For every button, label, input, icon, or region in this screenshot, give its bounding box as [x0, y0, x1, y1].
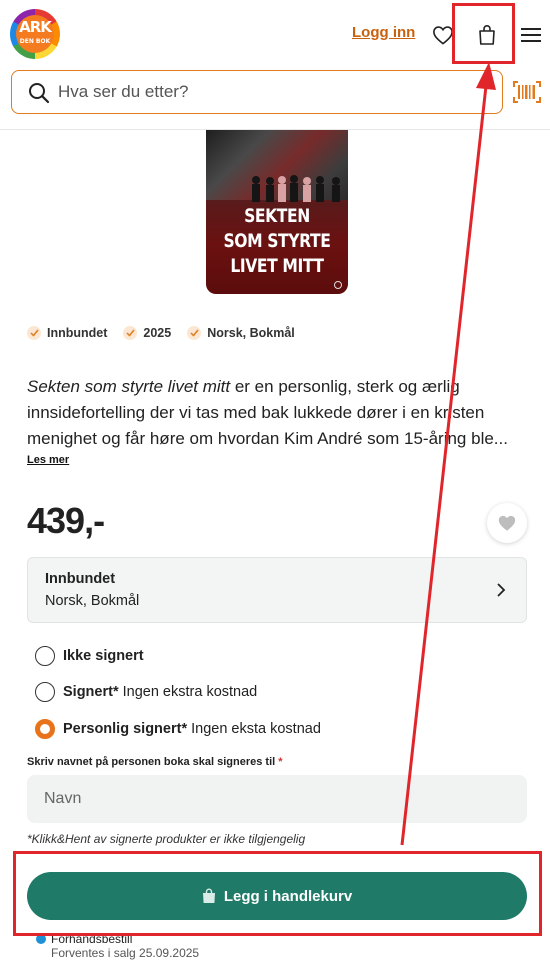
signing-option-label: Signert* Ingen ekstra kostnad [63, 684, 258, 700]
product-page: ARK DEN BOK Logg inn Hva ser du etter? S… [0, 0, 550, 976]
status-check-icon [36, 934, 46, 944]
format-subtitle: Norsk, Bokmål [45, 593, 140, 609]
wishlist-button[interactable] [430, 22, 456, 48]
attribute-label: 2025 [143, 326, 172, 340]
logo-subtext: DEN BOK [19, 38, 51, 45]
read-more-link[interactable]: Les mer [27, 454, 69, 466]
attribute-language: Norsk, Bokmål [187, 326, 295, 340]
check-icon [187, 326, 202, 340]
format-title: Innbundet [45, 571, 116, 587]
preorder-status: Forhåndsbestill [36, 932, 132, 946]
expected-date: Forventes i salg 25.09.2025 [51, 946, 200, 960]
site-header: ARK DEN BOK Logg inn [0, 0, 550, 130]
hamburger-menu-icon [521, 28, 541, 42]
signature-name-input[interactable] [27, 775, 527, 823]
logo-badge: ARK DEN BOK [16, 15, 54, 53]
heart-filled-icon [498, 515, 516, 531]
attribute-binding: Innbundet [27, 326, 107, 340]
cover-title-line: SOM STYRTE [223, 230, 331, 252]
add-to-cart-label: Legg i handlekurv [223, 887, 353, 905]
logo-text: ARK [19, 18, 52, 36]
login-link[interactable]: Logg inn [352, 24, 415, 41]
shopping-bag-icon [202, 888, 215, 903]
check-icon [123, 326, 138, 340]
barcode-scan-button[interactable] [512, 80, 542, 104]
description-title: Sekten som styrte livet mitt [27, 377, 231, 396]
cover-title-line: LIVET MITT [230, 255, 324, 277]
add-to-cart-button[interactable]: Legg i handlekurv [27, 872, 527, 920]
check-icon [27, 326, 41, 340]
cover-people-illustration [252, 175, 340, 202]
signing-option-signed[interactable]: Signert* Ingen ekstra kostnad [35, 682, 257, 702]
book-cover-image[interactable]: SEKTEN SOM STYRTE LIVET MITT [206, 130, 348, 294]
menu-button[interactable] [518, 22, 544, 48]
barcode-scanner-icon [513, 81, 541, 103]
format-selector[interactable]: Innbundet Norsk, Bokmål [27, 557, 527, 623]
product-price: 439,- [27, 500, 105, 541]
site-logo[interactable]: ARK DEN BOK [10, 9, 60, 59]
pickup-note: *Klikk&Hent av signerte produkter er ikk… [27, 832, 306, 846]
search-input[interactable] [58, 77, 488, 107]
signing-option-unsigned[interactable]: Ikke signert [35, 646, 144, 666]
attribute-label: Norsk, Bokmål [207, 326, 295, 340]
attribute-label: Innbundet [47, 326, 108, 340]
radio-button-selected[interactable] [35, 719, 55, 739]
signing-option-personal[interactable]: Personlig signert* Ingen eksta kostnad [35, 719, 321, 739]
shopping-bag-icon [479, 24, 495, 45]
publisher-mark [334, 281, 342, 289]
heart-icon [433, 26, 453, 45]
search-icon [29, 83, 50, 104]
cover-title-line: SEKTEN [244, 205, 310, 227]
cart-button[interactable] [472, 20, 502, 50]
radio-button[interactable] [35, 646, 55, 666]
chevron-right-icon [497, 583, 506, 597]
signing-option-label: Personlig signert* Ingen eksta kostnad [63, 721, 321, 737]
name-field-label: Skriv navnet på personen boka skal signe… [27, 756, 283, 768]
cover-title: SEKTEN SOM STYRTE LIVET MITT [219, 204, 335, 279]
product-attributes: Innbundet 2025 Norsk, Bokmål [27, 326, 295, 340]
radio-button[interactable] [35, 682, 55, 702]
signing-option-label: Ikke signert [63, 648, 144, 664]
favorite-button[interactable] [487, 503, 527, 543]
search-bar [11, 70, 503, 114]
required-mark: * [278, 756, 283, 768]
preorder-label: Forhåndsbestill [51, 932, 133, 946]
product-description: Sekten som styrte livet mitt er en perso… [27, 374, 517, 452]
attribute-year: 2025 [123, 326, 171, 340]
